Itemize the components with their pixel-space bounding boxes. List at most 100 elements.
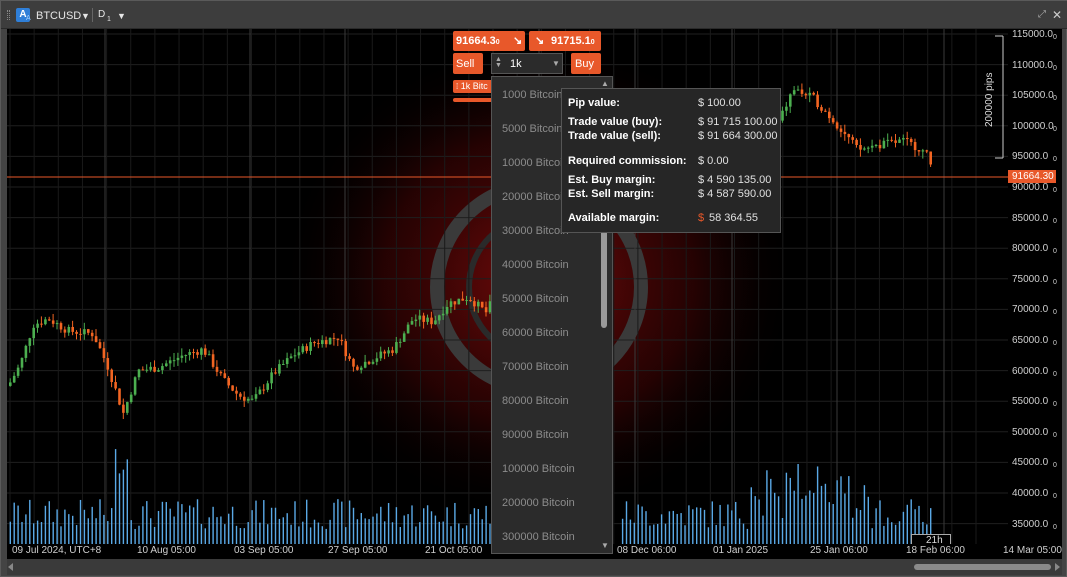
volume-bar — [458, 523, 460, 544]
candle-body — [219, 371, 223, 374]
volume-option[interactable]: 40000 Bitcoin — [502, 259, 569, 271]
close-icon[interactable]: ✕ — [1052, 8, 1062, 22]
candle-body — [418, 315, 422, 320]
candle-body — [430, 317, 433, 325]
volume-bar — [446, 507, 448, 544]
buy-button[interactable]: Buy — [571, 53, 601, 74]
candle-body — [289, 356, 293, 359]
volume-bar — [637, 504, 639, 544]
candle-body — [925, 150, 929, 152]
volume-stepper-icon[interactable]: ▲ ▼ — [495, 56, 502, 69]
sell-arrow-icon: ↘ — [513, 35, 523, 47]
scroll-left-icon[interactable] — [8, 563, 13, 571]
volume-bar — [337, 499, 339, 544]
volume-option[interactable]: 200000 Bitcoin — [502, 497, 575, 509]
volume-chevron-icon[interactable]: ▼ — [552, 59, 560, 68]
candle-body — [211, 354, 215, 367]
volume-option[interactable]: 60000 Bitcoin — [502, 327, 569, 339]
volume-bar — [231, 506, 234, 544]
price-axis-label: 45000.0 — [1012, 457, 1049, 469]
candle-body — [285, 358, 289, 364]
volume-bar — [134, 528, 136, 544]
volume-bar — [664, 523, 667, 544]
trade-sell-value: $ 91 664 300.00 — [698, 130, 778, 142]
candle-body — [812, 92, 815, 95]
time-remaining: 21h — [926, 535, 943, 544]
volume-bar — [676, 513, 678, 544]
candle-body — [63, 329, 67, 333]
symbol-selector[interactable]: BTCUSD — [36, 10, 81, 22]
volume-bar — [719, 504, 721, 544]
sell-price-button[interactable]: 91664.30 ↘ — [453, 31, 525, 51]
volume-option[interactable]: 10000 Bitcoin — [502, 157, 569, 169]
volume-option[interactable]: 30000 Bitcoin — [502, 225, 569, 237]
volume-bar — [657, 524, 659, 544]
sell-price: 91664.3 — [456, 35, 496, 47]
horizontal-scrollbar[interactable] — [7, 559, 1062, 575]
volume-bar — [813, 492, 815, 544]
dropdown-scroll-down-icon[interactable]: ▼ — [601, 541, 609, 550]
volume-bar — [278, 518, 281, 544]
volume-bar — [430, 511, 433, 544]
volume-bar — [259, 522, 261, 544]
volume-option[interactable]: 1000 Bitcoin — [502, 89, 563, 101]
volume-option[interactable]: 20000 Bitcoin — [502, 191, 569, 203]
candle-body — [469, 300, 472, 302]
volume-bar — [150, 518, 152, 544]
candle-body — [141, 369, 145, 371]
volume-bar — [157, 510, 160, 544]
volume-bar — [44, 505, 47, 544]
grip-icon[interactable] — [7, 10, 10, 20]
volume-option[interactable]: 80000 Bitcoin — [502, 395, 569, 407]
volume-input[interactable]: ▲ ▼ 1k ▼ — [491, 53, 563, 74]
volume-bar — [871, 528, 873, 544]
candle-body — [94, 336, 98, 343]
candle-body — [414, 319, 418, 322]
position-tag-grip-icon: ⁞ — [456, 82, 459, 91]
volume-bar — [898, 521, 901, 544]
volume-bar — [309, 527, 312, 544]
volume-bar — [161, 501, 164, 544]
volume-bar — [267, 524, 269, 544]
volume-bar — [629, 519, 632, 544]
volume-bar — [83, 509, 86, 544]
candle-body — [227, 377, 230, 386]
trade-sell-label: Trade value (sell): — [568, 130, 661, 142]
candle-body — [165, 363, 168, 367]
chart-titlebar: A A BTCUSD ▼ D 1 ▼ ⤢ ✕ — [1, 1, 1067, 29]
volume-bar — [99, 499, 101, 544]
buy-label: Buy — [575, 58, 594, 70]
volume-option[interactable]: 5000 Bitcoin — [502, 123, 563, 135]
candle-body — [352, 358, 355, 367]
scrollbar-thumb[interactable] — [914, 564, 1051, 570]
candle-body — [9, 382, 12, 386]
candle-body — [145, 369, 149, 371]
volume-bar — [64, 509, 66, 544]
sell-button[interactable]: Sell — [453, 53, 483, 74]
candle-body — [886, 139, 890, 141]
volume-bar — [454, 502, 456, 544]
volume-option[interactable]: 50000 Bitcoin — [502, 293, 569, 305]
candle-body — [106, 358, 110, 370]
volume-bar — [216, 517, 218, 544]
candle-body — [297, 352, 301, 356]
restore-icon[interactable]: ⤢ — [1038, 9, 1046, 20]
scroll-right-icon[interactable] — [1055, 563, 1060, 571]
timeframe-selector[interactable]: D — [98, 9, 105, 20]
volume-option[interactable]: 300000 Bitcoin — [502, 531, 575, 543]
timeframe-sub: 1 — [107, 16, 111, 23]
timeframe-chevron-icon[interactable]: ▼ — [117, 11, 126, 21]
volume-option[interactable]: 90000 Bitcoin — [502, 429, 569, 441]
volume-option[interactable]: 100000 Bitcoin — [502, 463, 575, 475]
symbol-chevron-icon[interactable]: ▼ — [81, 11, 90, 21]
buy-price-button[interactable]: ↘ 91715.10 — [529, 31, 601, 51]
volume-option[interactable]: 70000 Bitcoin — [502, 361, 569, 373]
price-axis[interactable]: 115000.0 0 110000.0 0 105000.0 0 100000.0 0 9500… — [1008, 29, 1062, 544]
candle-body — [484, 307, 488, 313]
volume-bar — [165, 502, 167, 544]
time-axis-label: 18 Feb 06:00 — [906, 545, 965, 556]
dropdown-scroll-up-icon[interactable]: ▲ — [601, 79, 609, 88]
price-axis-label: 115000.0 — [1012, 29, 1053, 40]
volume-bar — [828, 502, 830, 544]
position-tag-label: 1k Bitc — [460, 81, 488, 91]
